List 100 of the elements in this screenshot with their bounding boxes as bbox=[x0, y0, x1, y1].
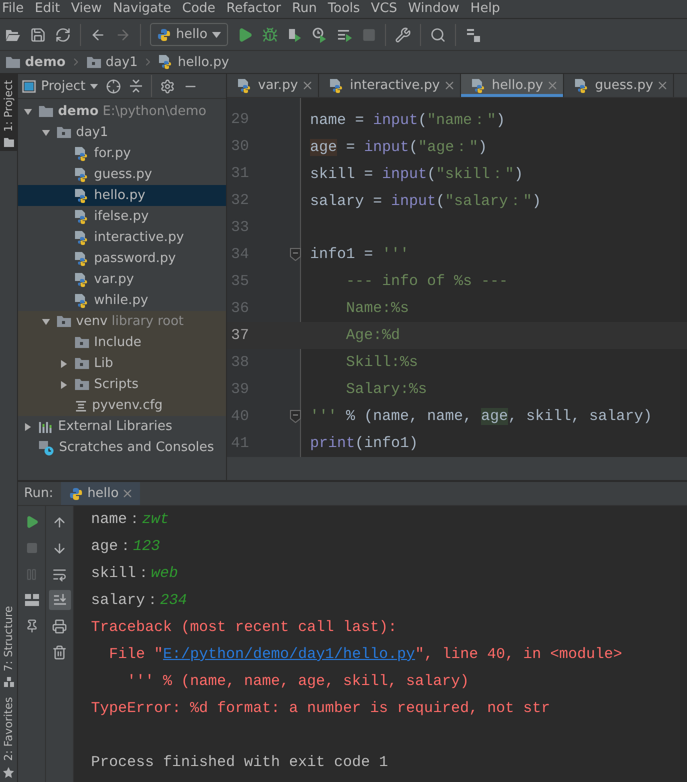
tree-item[interactable]: interactive.py bbox=[18, 227, 226, 248]
coverage-icon[interactable] bbox=[287, 26, 304, 42]
search-icon[interactable] bbox=[430, 26, 446, 42]
console-line: File "E:/python/demo/day1/hello.py", line 40, in <module> bbox=[108, 646, 622, 663]
menu-item[interactable]: Help bbox=[470, 0, 500, 18]
project-view-dropdown[interactable]: Project bbox=[22, 78, 98, 94]
editor-tab[interactable]: hello.py bbox=[460, 74, 564, 98]
expanded-arrow-icon[interactable] bbox=[23, 106, 33, 116]
window-icon bbox=[22, 80, 36, 92]
console-line: skill：web bbox=[91, 565, 178, 582]
tree-item[interactable]: Scripts bbox=[18, 374, 226, 395]
editor-tab[interactable]: interactive.py bbox=[318, 74, 461, 98]
file-link[interactable]: E:/python/demo/day1/hello.py bbox=[163, 646, 416, 663]
console-line: ''' % (name, name, age, skill, salary) bbox=[126, 673, 470, 690]
breadcrumb-item[interactable]: hello.py bbox=[178, 54, 230, 70]
tree-label: guess.py bbox=[94, 167, 152, 182]
console-line: name：zwt bbox=[91, 511, 170, 528]
menu-item[interactable]: Window bbox=[408, 0, 460, 18]
settings-icon[interactable] bbox=[160, 78, 176, 94]
save-icon[interactable] bbox=[30, 26, 46, 42]
folder-icon bbox=[5, 56, 21, 68]
tree-label: password.py bbox=[94, 251, 176, 266]
tree-item[interactable]: demo E:\python\demo bbox=[18, 101, 226, 122]
collapsed-arrow-icon[interactable] bbox=[59, 380, 69, 390]
breadcrumb-item[interactable]: day1 bbox=[106, 54, 138, 70]
wrench-icon[interactable] bbox=[395, 26, 412, 42]
menu-item[interactable]: Refactor bbox=[226, 0, 281, 18]
run-configuration-dropdown[interactable]: hello bbox=[150, 23, 228, 46]
expanded-arrow-icon[interactable] bbox=[41, 316, 51, 326]
line-number: 37 bbox=[230, 327, 250, 344]
tree-label: interactive.py bbox=[94, 230, 184, 245]
menu-item[interactable]: VCS bbox=[370, 0, 398, 18]
tree-item[interactable]: day1 bbox=[18, 122, 226, 143]
console-line: Process finished with exit code 1 bbox=[91, 754, 388, 771]
run-tab[interactable]: hello bbox=[61, 482, 140, 505]
menu-item[interactable]: Navigate bbox=[112, 0, 172, 18]
code-line: Skill:%s bbox=[345, 354, 418, 372]
python-file-icon bbox=[74, 188, 90, 204]
tree-item[interactable]: password.py bbox=[18, 248, 226, 269]
close-icon[interactable] bbox=[122, 489, 132, 498]
python-file-icon bbox=[74, 230, 90, 246]
menu-item[interactable]: Tools bbox=[328, 0, 360, 18]
menu-item[interactable]: Code bbox=[182, 0, 216, 18]
layout-icon bbox=[24, 594, 38, 606]
tree-item[interactable]: guess.py bbox=[18, 164, 226, 185]
breadcrumb-item[interactable]: demo bbox=[25, 54, 66, 70]
structure-icon[interactable] bbox=[465, 26, 482, 42]
side-tab[interactable]: 7: Structure bbox=[0, 600, 17, 692]
tree-item[interactable]: for.py bbox=[18, 143, 226, 164]
tree-item[interactable]: hello.py bbox=[18, 185, 226, 206]
tree-item[interactable]: while.py bbox=[18, 290, 226, 311]
structure-icon bbox=[4, 677, 14, 688]
code-line: skill = input("skill：") bbox=[310, 165, 524, 184]
tree-item[interactable]: Include bbox=[18, 332, 226, 353]
tree-item[interactable]: External Libraries bbox=[18, 416, 226, 437]
menu-item[interactable]: Run bbox=[292, 0, 317, 18]
debug-icon[interactable] bbox=[262, 26, 278, 42]
python-file-icon bbox=[328, 78, 345, 94]
fold-marker-icon[interactable] bbox=[290, 410, 301, 424]
folder-icon bbox=[74, 336, 90, 349]
back-icon[interactable] bbox=[90, 26, 106, 42]
tree-item[interactable]: venv library root bbox=[18, 311, 226, 332]
tree-item[interactable]: ifelse.py bbox=[18, 206, 226, 227]
pause-icon bbox=[25, 568, 38, 580]
tree-label: External Libraries bbox=[58, 419, 172, 434]
menu-item[interactable]: View bbox=[70, 0, 102, 18]
tree-item[interactable]: var.py bbox=[18, 269, 226, 290]
locate-icon[interactable] bbox=[106, 78, 122, 94]
pin-icon bbox=[24, 619, 38, 633]
collapse-all-icon[interactable] bbox=[129, 79, 144, 93]
tree-item[interactable]: pyvenv.cfg bbox=[18, 395, 226, 416]
side-tab[interactable]: 2: Favorites bbox=[0, 691, 17, 782]
side-tab[interactable]: 1: Project bbox=[0, 74, 17, 151]
tree-item[interactable]: Lib bbox=[18, 353, 226, 374]
tree-item[interactable]: Scratches and Consoles bbox=[18, 437, 226, 458]
trash-icon bbox=[52, 644, 67, 660]
editor-tab[interactable]: var.py bbox=[227, 74, 319, 98]
expanded-arrow-icon[interactable] bbox=[41, 128, 51, 138]
code-line: Age:%d bbox=[345, 327, 400, 344]
tree-hint: E:\python\demo bbox=[102, 104, 206, 119]
menu-item[interactable]: File bbox=[2, 0, 24, 18]
scroll-to-end-button[interactable] bbox=[48, 590, 70, 610]
close-icon[interactable] bbox=[658, 81, 668, 90]
menu-item[interactable]: Edit bbox=[34, 0, 60, 18]
editor-tab[interactable]: guess.py bbox=[564, 74, 674, 98]
python-file-icon bbox=[74, 208, 90, 224]
open-folder-icon[interactable] bbox=[5, 28, 21, 42]
fold-marker-icon[interactable] bbox=[290, 248, 301, 262]
run-icon[interactable] bbox=[237, 26, 254, 42]
close-icon[interactable] bbox=[302, 81, 312, 90]
sync-icon[interactable] bbox=[55, 26, 71, 42]
play-icon bbox=[24, 515, 38, 529]
python-icon bbox=[69, 486, 84, 500]
collapsed-arrow-icon[interactable] bbox=[59, 358, 69, 368]
collapsed-arrow-icon[interactable] bbox=[23, 422, 33, 432]
profile-icon[interactable] bbox=[312, 26, 328, 42]
printer-icon bbox=[52, 618, 67, 634]
close-icon[interactable] bbox=[444, 81, 454, 90]
folder-icon bbox=[86, 56, 102, 68]
code-line: name = input("name：") bbox=[310, 111, 506, 130]
